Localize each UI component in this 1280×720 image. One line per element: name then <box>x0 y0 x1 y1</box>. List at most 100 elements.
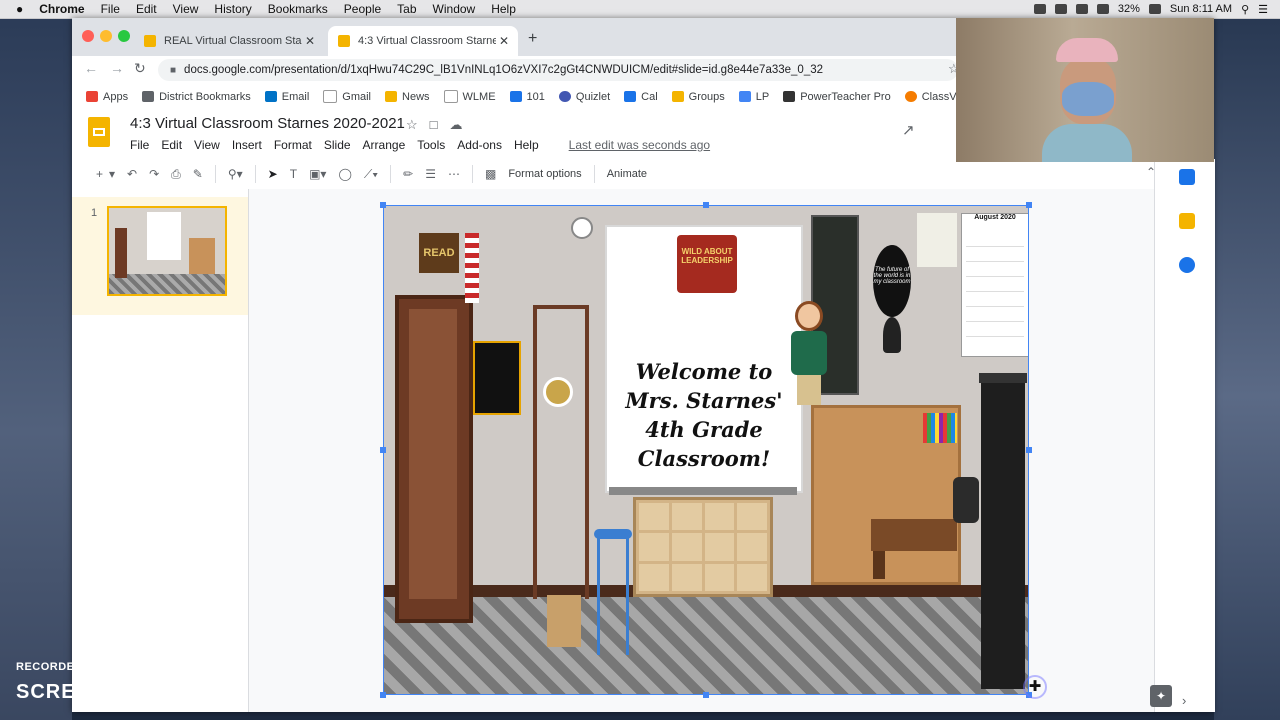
record-icon[interactable] <box>1033 4 1046 14</box>
tab-close-icon[interactable]: ✕ <box>496 34 512 48</box>
tab-close-icon[interactable]: ✕ <box>302 34 318 48</box>
bookmark-email[interactable]: Email <box>264 91 309 103</box>
keep-addon-icon[interactable] <box>1179 213 1195 229</box>
menubar-people[interactable]: People <box>344 2 381 16</box>
slide-canvas[interactable]: READ WILD ABOUT LEADERSHIP Welcome to Mr… <box>249 189 1154 712</box>
bookmark-quizlet[interactable]: Quizlet <box>558 91 610 103</box>
wifi-icon[interactable] <box>1096 4 1109 14</box>
explore-icon[interactable]: ✦ <box>1150 685 1172 707</box>
cubby-shelf-image[interactable] <box>633 497 773 597</box>
calendar-image[interactable]: August 2020 <box>961 213 1029 357</box>
lock-icon[interactable]: ■ <box>170 65 176 76</box>
browser-tab-real-classroom[interactable]: REAL Virtual Classroom Starne ✕ <box>134 26 324 56</box>
menubar-edit[interactable]: Edit <box>136 2 157 16</box>
basket-image[interactable] <box>547 595 581 647</box>
window-zoom-button[interactable] <box>118 30 130 42</box>
text-box-icon[interactable]: T <box>290 167 297 181</box>
menu-tools[interactable]: Tools <box>417 138 445 152</box>
teacher-desk-image[interactable] <box>871 519 957 551</box>
cloud-status-icon[interactable]: ☁ <box>450 117 463 133</box>
blue-stool-image[interactable] <box>594 529 632 655</box>
menu-file[interactable]: File <box>130 138 149 152</box>
battery-icon[interactable] <box>1148 4 1161 14</box>
reload-icon[interactable]: ↻ <box>134 60 146 77</box>
slide-1[interactable]: READ WILD ABOUT LEADERSHIP Welcome to Mr… <box>383 205 1029 695</box>
address-bar[interactable]: ■ docs.google.com/presentation/d/1xqHwu7… <box>158 59 958 81</box>
border-weight-icon[interactable]: ☰ <box>425 167 436 181</box>
bitmoji-teacher-image[interactable] <box>787 301 831 405</box>
insert-comment-icon[interactable]: ▩ <box>485 167 496 181</box>
image-icon[interactable]: ▣▾ <box>309 167 326 181</box>
mirror-easel-image[interactable] <box>533 305 589 599</box>
menu-edit[interactable]: Edit <box>161 138 182 152</box>
resize-handle-sw[interactable] <box>380 692 386 698</box>
office-chair-image[interactable] <box>953 477 979 523</box>
bookmark-cal[interactable]: Cal <box>624 91 658 103</box>
window-close-button[interactable] <box>82 30 94 42</box>
shape-icon[interactable]: ◯ <box>338 167 351 181</box>
bookmark-apps[interactable]: Apps <box>86 91 128 103</box>
control-menu-icon[interactable]: ☰ <box>1258 3 1268 16</box>
filmstrip-item-selected[interactable]: 1 <box>72 197 248 315</box>
bookmark-district[interactable]: District Bookmarks <box>142 91 251 103</box>
welcome-text-box[interactable]: Welcome to Mrs. Starnes' 4th Grade Class… <box>613 357 795 473</box>
bookmark-lp[interactable]: LP <box>738 91 769 103</box>
menubar-clock[interactable]: Sun 8:11 AM <box>1170 3 1232 15</box>
format-options-button[interactable]: Format options <box>508 168 581 180</box>
menu-help[interactable]: Help <box>514 138 539 152</box>
last-edit-link[interactable]: Last edit was seconds ago <box>569 138 710 152</box>
paint-format-icon[interactable]: ✎ <box>193 167 203 181</box>
menubar-help[interactable]: Help <box>491 2 516 16</box>
document-title[interactable]: 4:3 Virtual Classroom Starnes 2020-2021 <box>130 115 405 132</box>
star-icon[interactable]: ☆ <box>406 117 418 133</box>
menu-format[interactable]: Format <box>274 138 312 152</box>
resize-handle-nw[interactable] <box>380 202 386 208</box>
menu-slide[interactable]: Slide <box>324 138 351 152</box>
menubar-history[interactable]: History <box>214 2 251 16</box>
resize-handle-ne[interactable] <box>1026 202 1032 208</box>
move-folder-icon[interactable]: □ <box>430 117 438 133</box>
menubar-bookmarks[interactable]: Bookmarks <box>268 2 328 16</box>
border-color-icon[interactable]: ✏ <box>403 167 413 181</box>
american-flag-image[interactable] <box>465 233 479 303</box>
whiteboard-image[interactable]: WILD ABOUT LEADERSHIP Welcome to Mrs. St… <box>605 225 803 493</box>
menu-arrange[interactable]: Arrange <box>363 138 406 152</box>
window-minimize-button[interactable] <box>100 30 112 42</box>
back-icon[interactable]: ← <box>84 60 98 76</box>
leadership-banner-image[interactable]: WILD ABOUT LEADERSHIP <box>677 235 737 293</box>
dropbox-icon[interactable] <box>1075 4 1088 14</box>
activity-dashboard-icon[interactable]: ↗ <box>902 121 915 139</box>
cloud-icon[interactable] <box>1054 4 1067 14</box>
filing-cabinet-image[interactable] <box>979 373 1027 689</box>
tasks-addon-icon[interactable] <box>1179 257 1195 273</box>
slide-thumbnail[interactable] <box>107 206 227 296</box>
zoom-icon[interactable]: ⚲▾ <box>228 167 243 181</box>
undo-icon[interactable]: ↶ <box>127 167 137 181</box>
new-slide-icon[interactable]: + <box>96 167 103 181</box>
border-dash-icon[interactable]: ⋯ <box>448 167 460 181</box>
slides-logo-icon[interactable] <box>88 117 110 147</box>
bookmark-gmail[interactable]: Gmail <box>323 90 371 103</box>
quote-poster-image[interactable] <box>917 213 957 267</box>
print-icon[interactable]: ⎙ <box>171 167 181 182</box>
resize-handle-s[interactable] <box>703 692 709 698</box>
menubar-app-chrome[interactable]: Chrome <box>39 2 84 16</box>
browser-tab-active[interactable]: 4:3 Virtual Classroom Starnes ✕ <box>328 26 518 56</box>
wall-clock-image[interactable] <box>571 217 593 239</box>
menu-view[interactable]: View <box>194 138 220 152</box>
new-tab-button[interactable]: + <box>528 30 537 48</box>
expand-side-panel-icon[interactable]: › <box>1182 693 1186 708</box>
books-image[interactable] <box>923 413 957 443</box>
apple-icon[interactable]: ● <box>16 2 23 16</box>
bookmark-groups[interactable]: Groups <box>671 91 725 103</box>
select-cursor-icon[interactable]: ➤ <box>268 167 278 181</box>
line-icon[interactable]: ⟋▾ <box>364 167 378 182</box>
seal-image[interactable] <box>543 377 573 407</box>
bookmark-news[interactable]: News <box>385 91 430 103</box>
menubar-file[interactable]: File <box>101 2 120 16</box>
menubar-tab[interactable]: Tab <box>397 2 416 16</box>
redo-icon[interactable]: ↷ <box>149 167 159 181</box>
rules-poster-image[interactable] <box>473 341 521 415</box>
animate-button[interactable]: Animate <box>607 168 647 180</box>
resize-handle-e[interactable] <box>1026 447 1032 453</box>
